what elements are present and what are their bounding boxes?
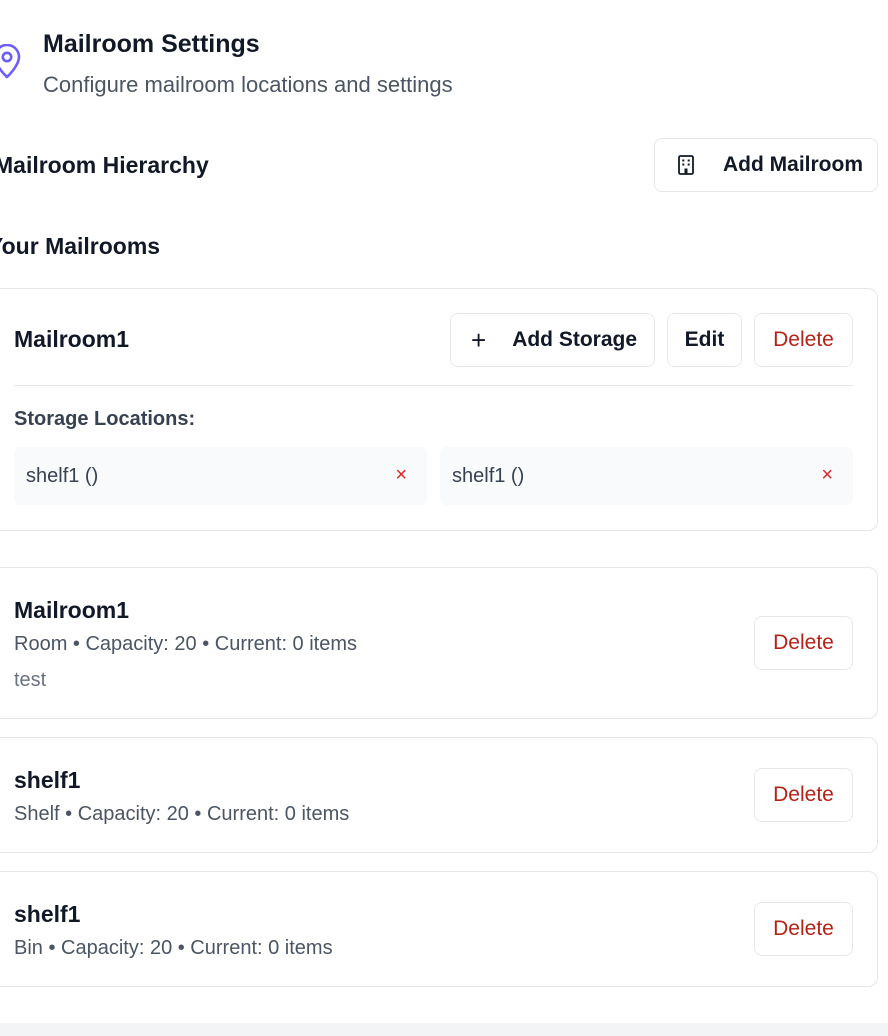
add-storage-label: Add Storage xyxy=(512,328,638,351)
mailroom-name: Mailroom1 xyxy=(14,326,130,352)
plus-icon: + xyxy=(471,325,487,355)
delete-mailroom-button[interactable]: Delete xyxy=(754,313,853,367)
location-list-item xyxy=(0,737,878,853)
delete-location-button[interactable]: Delete xyxy=(754,902,853,956)
page-subtitle: Configure mailroom locations and setting… xyxy=(43,72,453,97)
storage-location-label: shelf1 () xyxy=(26,464,99,487)
location-list-item xyxy=(0,871,878,987)
your-mailrooms-title: Your Mailrooms xyxy=(0,233,161,259)
page-title: Mailroom Settings xyxy=(43,30,260,58)
location-name: shelf1 xyxy=(14,901,81,927)
storage-location-chip: shelf1 () × xyxy=(440,447,853,505)
delete-location-button[interactable]: Delete xyxy=(754,768,853,822)
location-description: test xyxy=(14,669,47,691)
edit-mailroom-button[interactable]: Edit xyxy=(667,313,742,367)
storage-locations-label: Storage Locations: xyxy=(14,408,196,430)
card-divider xyxy=(14,385,853,386)
delete-location-button[interactable]: Delete xyxy=(754,616,853,670)
add-storage-button[interactable]: + Add Storage xyxy=(450,313,655,367)
add-mailroom-label: Add Mailroom xyxy=(723,153,863,176)
location-meta: Shelf • Capacity: 20 • Current: 0 items xyxy=(14,803,350,825)
hierarchy-title: Mailroom Hierarchy xyxy=(0,152,209,178)
location-name: Mailroom1 xyxy=(14,597,130,623)
mailroom-settings-page: Mailroom Settings Configure mailroom loc… xyxy=(0,0,888,1036)
location-name: shelf1 xyxy=(14,767,81,793)
remove-storage-icon[interactable]: × xyxy=(395,464,407,486)
location-meta: Room • Capacity: 20 • Current: 0 items xyxy=(14,633,358,655)
storage-location-label: shelf1 () xyxy=(452,464,525,487)
footer-strip xyxy=(0,1023,888,1036)
remove-storage-icon[interactable]: × xyxy=(821,464,833,486)
storage-location-chip: shelf1 () × xyxy=(14,447,427,505)
location-meta: Bin • Capacity: 20 • Current: 0 items xyxy=(14,937,333,959)
map-pin-icon xyxy=(0,43,24,80)
building-icon xyxy=(675,154,697,176)
add-mailroom-button[interactable]: Add Mailroom xyxy=(654,138,878,192)
